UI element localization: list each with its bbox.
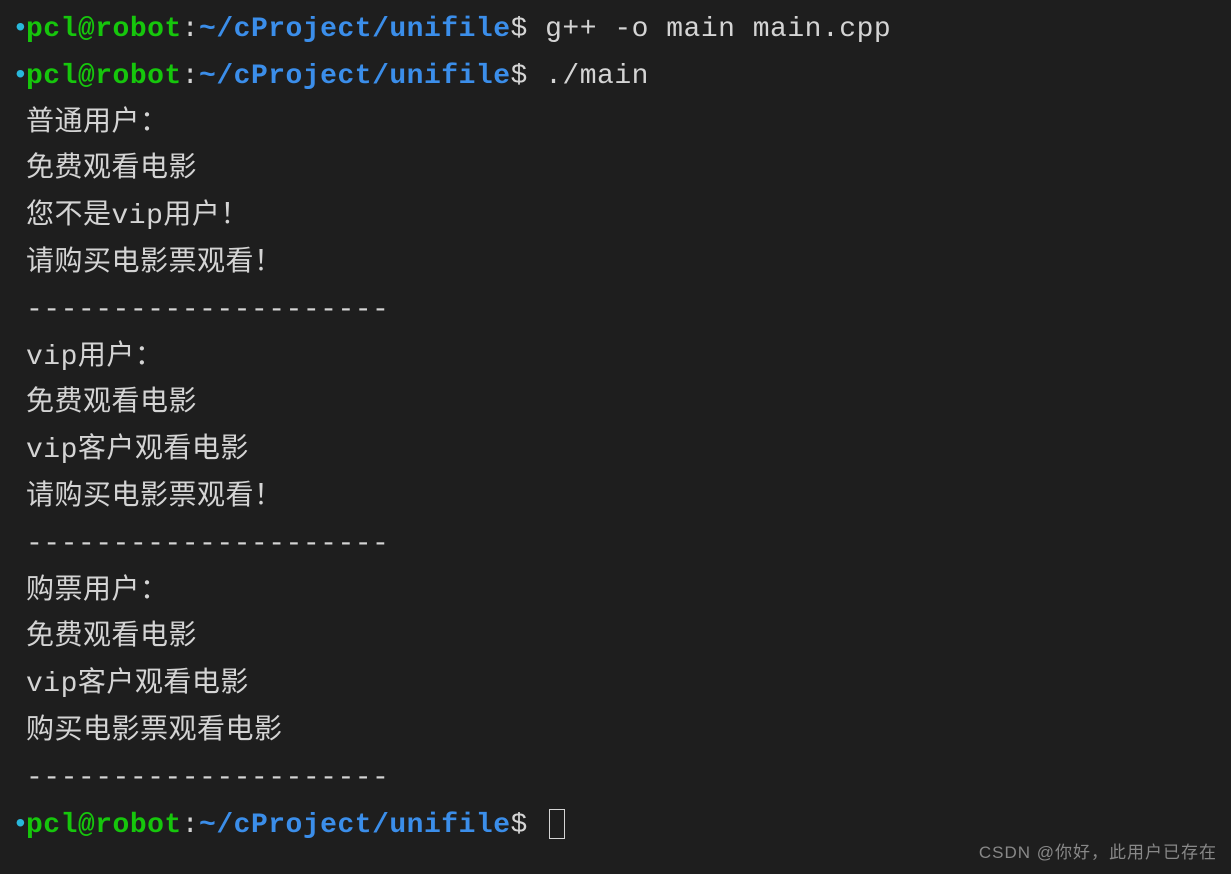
path: ~/cProject/unifile	[199, 810, 510, 841]
output-line: 购票用户：	[12, 570, 1219, 615]
watermark-text: CSDN @你好，此用户已存在	[979, 839, 1217, 866]
dollar-sign: $	[511, 810, 528, 841]
command-text: ./main	[545, 61, 649, 92]
path: ~/cProject/unifile	[199, 61, 510, 92]
output-line: 请购买电影票观看！	[12, 242, 1219, 287]
user-host: pcl@robot	[26, 810, 182, 841]
output-line: 免费观看电影	[12, 382, 1219, 427]
output-line: ---------------------	[12, 289, 1219, 334]
user-host: pcl@robot	[26, 61, 182, 92]
colon: :	[182, 14, 199, 45]
output-line: 免费观看电影	[12, 148, 1219, 193]
output-line: vip用户：	[12, 336, 1219, 381]
output-line: vip客户观看电影	[12, 663, 1219, 708]
colon: :	[182, 61, 199, 92]
command-text: g++ -o main main.cpp	[545, 14, 891, 45]
cursor-icon	[549, 809, 565, 839]
output-line: vip客户观看电影	[12, 429, 1219, 474]
dollar-sign: $	[511, 61, 528, 92]
colon: :	[182, 810, 199, 841]
output-line: 普通用户：	[12, 102, 1219, 147]
dollar-sign: $	[511, 14, 528, 45]
bullet-icon: •	[12, 55, 26, 100]
output-line: 免费观看电影	[12, 616, 1219, 661]
bullet-icon: •	[12, 8, 26, 53]
output-line: 购买电影票观看电影	[12, 710, 1219, 755]
prompt-line-1: •pcl@robot:~/cProject/unifile$ g++ -o ma…	[12, 8, 1219, 53]
user-host: pcl@robot	[26, 14, 182, 45]
output-line: ---------------------	[12, 757, 1219, 802]
output-line: 您不是vip用户！	[12, 195, 1219, 240]
prompt-line-2: •pcl@robot:~/cProject/unifile$ ./main	[12, 55, 1219, 100]
bullet-icon: •	[12, 804, 26, 849]
output-line: 请购买电影票观看！	[12, 476, 1219, 521]
output-line: ---------------------	[12, 523, 1219, 568]
terminal-output[interactable]: •pcl@robot:~/cProject/unifile$ g++ -o ma…	[12, 8, 1219, 848]
path: ~/cProject/unifile	[199, 14, 510, 45]
